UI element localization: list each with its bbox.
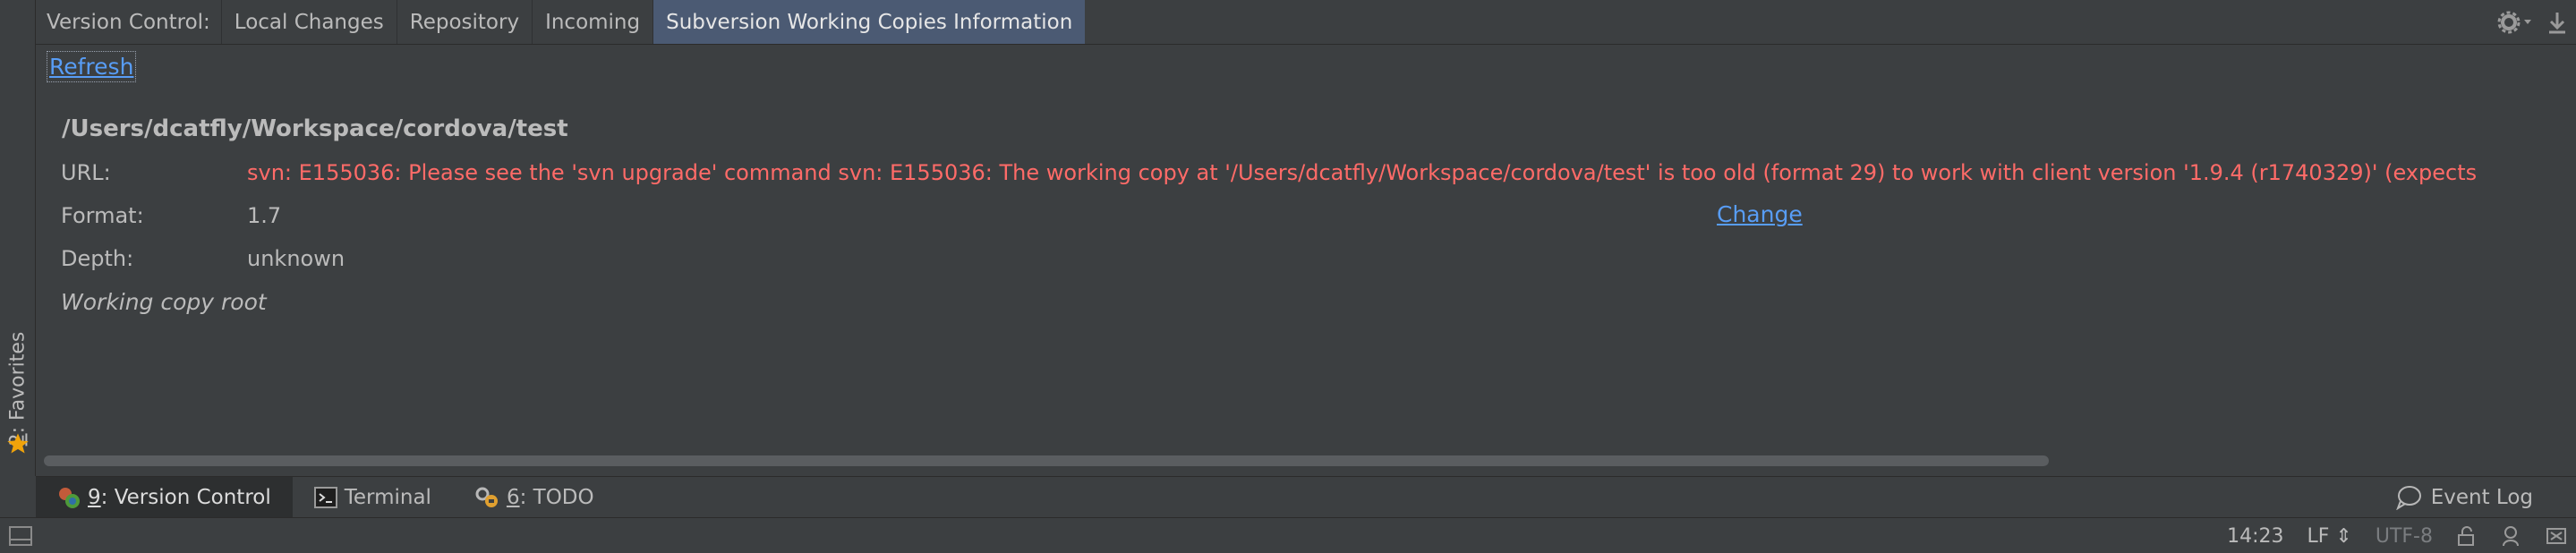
url-label: URL: — [61, 160, 111, 185]
version-control-icon — [59, 487, 80, 508]
todo-icon — [475, 487, 498, 507]
refresh-link[interactable]: Refresh — [47, 51, 137, 82]
working-copy-root-label: Working copy root — [61, 289, 267, 315]
depth-label: Depth: — [61, 246, 134, 271]
working-copy-path: /Users/dcatfly/Workspace/cordova/test — [62, 115, 568, 142]
encoding-widget[interactable]: UTF-8 — [2376, 525, 2433, 548]
version-control-tool-button[interactable]: 9: Version Control — [36, 477, 293, 517]
version-control-tool-label: 9: Version Control — [88, 485, 271, 509]
speech-bubble-icon — [2395, 486, 2421, 510]
tabbar-title: Version Control: — [47, 10, 210, 34]
ide-window: 2: Favorites Version Control: Local Chan… — [0, 0, 2576, 553]
status-bar-widgets: 14:23 LF ⇕ UTF-8 — [2227, 518, 2567, 553]
tab-subversion-working-copies[interactable]: Subversion Working Copies Information — [653, 0, 1086, 44]
event-log-button[interactable]: Event Log — [2395, 477, 2533, 518]
hide-panel-icon[interactable] — [2546, 9, 2569, 36]
gear-icon[interactable] — [2495, 9, 2535, 36]
tabbar-actions — [2495, 7, 2569, 38]
change-format-link[interactable]: Change — [1717, 201, 1803, 227]
tab-incoming[interactable]: Incoming — [532, 0, 653, 44]
format-value: 1.7 — [247, 203, 282, 228]
tool-window-bar: 9: Version Control Terminal 6: TODO Even… — [36, 476, 2576, 517]
todo-tool-button[interactable]: 6: TODO — [453, 477, 616, 517]
toggle-tool-windows-icon[interactable] — [9, 526, 32, 546]
depth-value: unknown — [247, 246, 345, 271]
format-label: Format: — [61, 203, 144, 228]
event-log-label: Event Log — [2430, 486, 2533, 509]
caret-position[interactable]: 14:23 — [2227, 525, 2283, 548]
tab-repository[interactable]: Repository — [396, 0, 532, 44]
line-separator-widget[interactable]: LF ⇕ — [2307, 525, 2352, 548]
scrollbar-thumb[interactable] — [44, 455, 2049, 466]
memory-indicator-icon[interactable] — [2546, 525, 2567, 547]
tab-local-changes[interactable]: Local Changes — [220, 0, 397, 44]
todo-tool-label: 6: TODO — [506, 485, 594, 509]
terminal-icon — [313, 486, 337, 508]
horizontal-scrollbar[interactable] — [44, 454, 2570, 468]
favorites-label: 2: Favorites — [6, 331, 30, 446]
working-copy-info-panel: Refresh /Users/dcatfly/Workspace/cordova… — [37, 46, 2576, 466]
left-tool-strip: 2: Favorites — [0, 0, 36, 476]
version-control-tabbar: Version Control: Local Changes Repositor… — [36, 0, 2576, 45]
star-icon — [7, 433, 29, 454]
terminal-tool-label: Terminal — [344, 485, 431, 509]
terminal-tool-button[interactable]: Terminal — [293, 477, 453, 517]
url-value: svn: E155036: Please see the 'svn upgrad… — [247, 160, 2478, 185]
status-bar: 14:23 LF ⇕ UTF-8 — [0, 517, 2576, 553]
lock-icon[interactable] — [2456, 525, 2476, 547]
inspector-icon[interactable] — [2499, 524, 2522, 548]
